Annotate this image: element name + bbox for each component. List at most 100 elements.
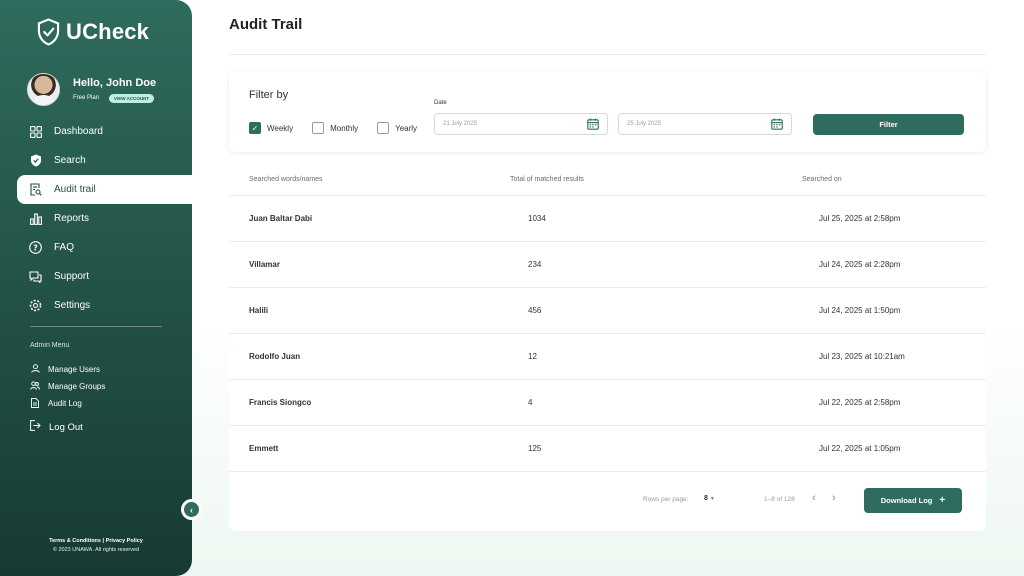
row-count: 234 xyxy=(528,260,542,269)
admin-item-label: Manage Groups xyxy=(48,382,106,391)
chevron-right-icon[interactable]: › xyxy=(832,492,836,504)
nav-label: Dashboard xyxy=(54,126,103,137)
sidebar-divider xyxy=(30,326,162,327)
table-row[interactable]: Halili 456 Jul 24, 2025 at 1:50pm xyxy=(229,288,986,334)
nav-label: FAQ xyxy=(54,242,75,253)
file-icon xyxy=(30,397,40,410)
nav-item-dashboard[interactable]: Dashboard xyxy=(17,117,192,146)
row-date: Jul 22, 2025 at 2:58pm xyxy=(819,398,901,407)
filter-title: Filter by xyxy=(249,89,289,101)
filter-card: Filter by ✓ Weekly Monthly Yearly Date 2… xyxy=(229,72,986,152)
date-to-value: 25 July 2025 xyxy=(627,121,662,127)
checkbox-box xyxy=(377,122,390,134)
nav-item-audit-trail[interactable]: Audit trail xyxy=(17,175,192,204)
checkbox-label: Yearly xyxy=(395,123,418,133)
main-nav: Dashboard Search Audit trail Reports ? F… xyxy=(17,117,192,320)
yearly-checkbox[interactable]: Yearly xyxy=(377,122,417,134)
nav-label: Search xyxy=(54,155,86,166)
audit-table: Searched words/names Total of matched re… xyxy=(229,166,986,531)
row-name: Villamar xyxy=(249,260,280,269)
row-name: Halili xyxy=(249,306,269,315)
table-row[interactable]: Rodolfo Juan 12 Jul 23, 2025 at 10:21am xyxy=(229,334,986,380)
shield-check-icon xyxy=(29,154,42,167)
app-logo[interactable]: UCheck xyxy=(37,18,149,46)
nav-label: Reports xyxy=(54,213,90,224)
logout-label: Log Out xyxy=(49,421,83,433)
weekly-checkbox[interactable]: ✓ Weekly xyxy=(249,122,293,134)
nav-item-settings[interactable]: Settings xyxy=(17,291,192,320)
row-count: 456 xyxy=(528,306,542,315)
admin-item-manage-groups[interactable]: Manage Groups xyxy=(30,378,105,395)
copyright: © 2023 UNAWA. All rights reserved xyxy=(52,547,140,553)
row-name: Rodolfo Juan xyxy=(249,352,301,361)
title-divider xyxy=(229,54,986,55)
column-header-searched: Searched words/names xyxy=(249,176,323,183)
date-from-input[interactable]: 21 July 2025 xyxy=(434,113,608,135)
download-label: Download Log xyxy=(880,496,933,505)
calendar-icon[interactable] xyxy=(771,118,783,130)
row-count: 12 xyxy=(528,352,537,361)
shield-check-logo-icon xyxy=(37,18,60,46)
nav-label: Support xyxy=(54,271,90,282)
user-profile: Hello, John Doe Free Plan VIEW ACCOUNT xyxy=(27,73,156,106)
table-row[interactable]: Emmett 125 Jul 22, 2025 at 1:05pm xyxy=(229,426,986,472)
admin-menu-label: Admin Menu xyxy=(30,342,70,349)
user-greeting: Hello, John Doe xyxy=(73,76,157,89)
svg-text:?: ? xyxy=(33,243,38,252)
nav-label: Settings xyxy=(54,300,91,311)
avatar[interactable] xyxy=(27,73,60,106)
page-range: 1–8 of 128 xyxy=(764,496,795,503)
nav-item-support[interactable]: Support xyxy=(17,262,192,291)
checkbox-box xyxy=(312,122,325,134)
chat-icon xyxy=(29,270,42,283)
sidebar-footer: Terms & Conditions | Privacy Policy © 20… xyxy=(0,538,192,553)
download-log-button[interactable]: Download Log + xyxy=(864,488,962,513)
page-title: Audit Trail xyxy=(229,16,303,33)
nav-label: Audit trail xyxy=(54,184,96,195)
chevron-left-icon[interactable]: ‹ xyxy=(812,492,816,504)
check-icon: ✓ xyxy=(249,122,261,134)
row-name: Francis Siongco xyxy=(249,398,312,407)
logout-button[interactable]: Log Out xyxy=(30,420,83,434)
row-count: 4 xyxy=(528,398,533,407)
nav-item-faq[interactable]: ? FAQ xyxy=(17,233,192,262)
table-row[interactable]: Juan Baltar Dabi 1034 Jul 25, 2025 at 2:… xyxy=(229,196,986,242)
calendar-icon[interactable] xyxy=(587,118,599,130)
admin-menu: Manage Users Manage Groups Audit Log xyxy=(30,361,105,412)
document-search-icon xyxy=(29,183,42,196)
row-date: Jul 25, 2025 at 2:58pm xyxy=(819,214,901,223)
date-from-value: 21 July 2025 xyxy=(443,121,478,127)
checkbox-label: Monthly xyxy=(330,123,359,133)
column-header-date: Searched on xyxy=(802,176,842,183)
grid-icon xyxy=(29,125,42,138)
app-name: UCheck xyxy=(66,19,150,44)
row-date: Jul 24, 2025 at 1:50pm xyxy=(819,306,901,315)
monthly-checkbox[interactable]: Monthly xyxy=(312,122,358,134)
rows-per-page-select[interactable]: 8 ▼ xyxy=(704,495,715,502)
row-name: Juan Baltar Dabi xyxy=(249,214,313,223)
admin-item-manage-users[interactable]: Manage Users xyxy=(30,361,105,378)
plus-icon: + xyxy=(939,495,946,506)
footer-links[interactable]: Terms & Conditions | Privacy Policy xyxy=(0,538,192,544)
row-count: 125 xyxy=(528,444,542,453)
column-header-results: Total of matched results xyxy=(510,176,584,183)
filter-button[interactable]: Filter xyxy=(813,114,964,135)
nav-item-reports[interactable]: Reports xyxy=(17,204,192,233)
table-row[interactable]: Francis Siongco 4 Jul 22, 2025 at 2:58pm xyxy=(229,380,986,426)
users-icon xyxy=(30,381,40,392)
table-row[interactable]: Villamar 234 Jul 24, 2025 at 2:28pm xyxy=(229,242,986,288)
date-to-input[interactable]: 25 July 2025 xyxy=(618,113,792,135)
date-label: Date xyxy=(434,100,447,106)
collapse-sidebar-button[interactable]: ‹ xyxy=(181,499,202,520)
logout-icon xyxy=(30,420,41,434)
table-header: Searched words/names Total of matched re… xyxy=(229,166,986,196)
row-date: Jul 22, 2025 at 1:05pm xyxy=(819,444,901,453)
nav-item-search[interactable]: Search xyxy=(17,146,192,175)
bar-chart-icon xyxy=(29,212,42,225)
admin-item-audit-log[interactable]: Audit Log xyxy=(30,395,105,412)
plan-label: Free Plan xyxy=(73,95,100,101)
checkbox-label: Weekly xyxy=(267,123,294,133)
row-name: Emmett xyxy=(249,444,279,453)
row-count: 1034 xyxy=(528,214,546,223)
view-account-button[interactable]: VIEW ACCOUNT xyxy=(109,93,155,103)
